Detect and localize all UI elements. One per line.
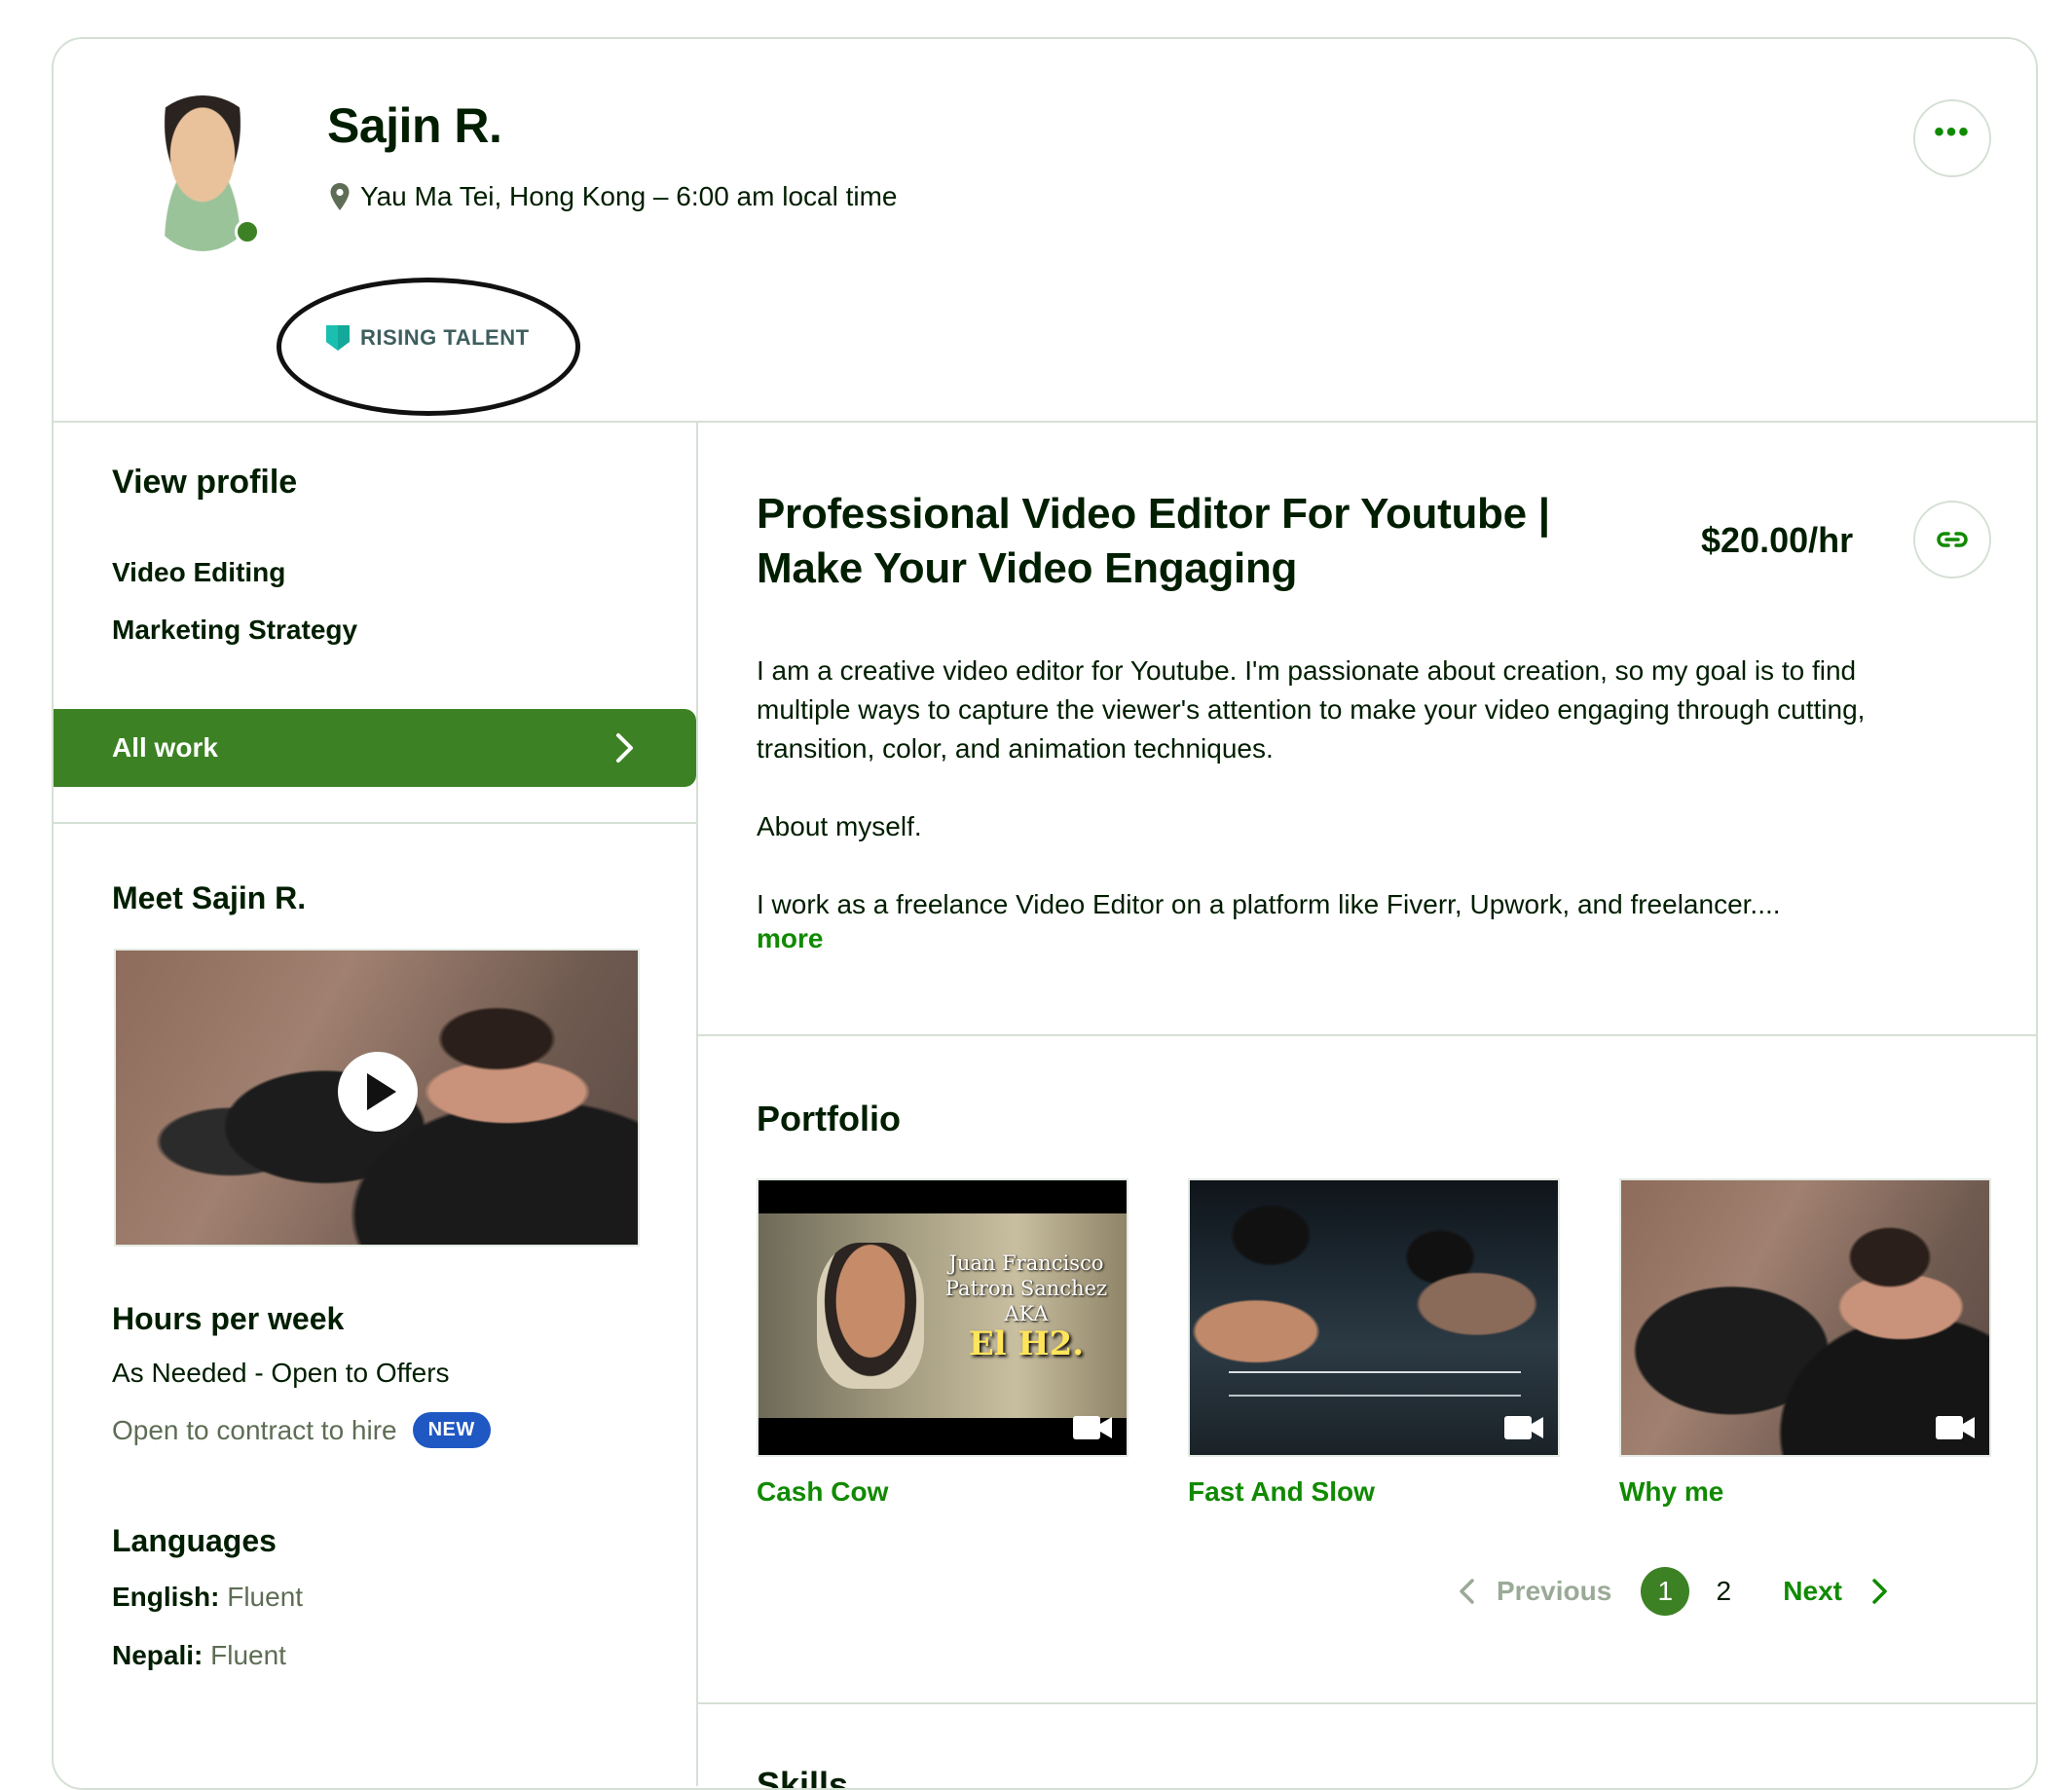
skills-heading: Skills bbox=[757, 1765, 849, 1790]
language-name: English: bbox=[112, 1582, 220, 1612]
hours-per-week-value: As Needed - Open to Offers bbox=[112, 1358, 450, 1388]
portfolio-thumbnail[interactable] bbox=[1619, 1178, 1991, 1457]
divider bbox=[698, 1702, 2036, 1704]
portfolio-heading: Portfolio bbox=[757, 1099, 901, 1138]
portfolio-item[interactable]: Fast And Slow bbox=[1188, 1178, 1560, 1508]
main-content: Professional Video Editor For Youtube | … bbox=[698, 423, 2036, 1788]
sidebar-item-marketing-strategy[interactable]: Marketing Strategy bbox=[112, 615, 357, 646]
more-options-button[interactable]: ••• bbox=[1913, 99, 1991, 177]
portfolio-pagination: Previous 1 2 Next bbox=[1458, 1566, 1889, 1617]
sidebar: View profile Video Editing Marketing Str… bbox=[54, 423, 698, 1786]
portfolio-item[interactable]: Juan Francisco Patron Sanchez AKA El H2.… bbox=[757, 1178, 1128, 1508]
location-pin-icon bbox=[330, 183, 350, 210]
sidebar-item-label: All work bbox=[112, 732, 218, 763]
sidebar-item-all-work[interactable]: All work bbox=[54, 709, 696, 787]
shield-icon bbox=[326, 325, 350, 351]
chevron-right-icon bbox=[616, 733, 633, 763]
location-row: Yau Ma Tei, Hong Kong – 6:00 am local ti… bbox=[329, 181, 898, 212]
portfolio-item-title[interactable]: Fast And Slow bbox=[1188, 1476, 1560, 1508]
hours-per-week-heading: Hours per week bbox=[112, 1301, 345, 1336]
play-button[interactable] bbox=[338, 1052, 418, 1132]
description-paragraph: I work as a freelance Video Editor on a … bbox=[757, 889, 1781, 919]
portfolio-thumbnail[interactable]: Juan Francisco Patron Sanchez AKA El H2. bbox=[757, 1178, 1128, 1457]
profile-header: Sajin R. Yau Ma Tei, Hong Kong – 6:00 am… bbox=[54, 39, 2036, 423]
thumbnail-ring-ropes bbox=[1229, 1371, 1521, 1373]
portfolio-item[interactable]: Why me bbox=[1619, 1178, 1991, 1508]
view-profile-heading: View profile bbox=[112, 464, 298, 501]
profile-card: Sajin R. Yau Ma Tei, Hong Kong – 6:00 am… bbox=[52, 37, 2038, 1790]
contract-to-hire-row: Open to contract to hire NEW bbox=[112, 1412, 491, 1448]
next-page-button[interactable]: Next bbox=[1783, 1576, 1889, 1607]
online-status-indicator bbox=[235, 219, 260, 244]
link-icon bbox=[1937, 532, 1968, 547]
more-options-icon: ••• bbox=[1934, 116, 1971, 148]
divider bbox=[54, 822, 696, 824]
page-2-button[interactable]: 2 bbox=[1699, 1567, 1748, 1616]
more-link[interactable]: more bbox=[757, 923, 823, 954]
language-row: Nepali: Fluent bbox=[112, 1640, 286, 1671]
hourly-rate: $20.00/hr bbox=[1701, 520, 1854, 560]
copy-link-button[interactable] bbox=[1913, 501, 1991, 578]
chevron-right-icon bbox=[1872, 1579, 1887, 1604]
divider bbox=[698, 1034, 2036, 1036]
video-camera-icon bbox=[1936, 1416, 1975, 1439]
page-1-button[interactable]: 1 bbox=[1641, 1567, 1690, 1616]
next-label: Next bbox=[1783, 1576, 1842, 1606]
intro-video[interactable] bbox=[114, 949, 640, 1247]
thumbnail-caption: Juan Francisco Patron Sanchez AKA bbox=[944, 1251, 1108, 1325]
description-paragraph: About myself. bbox=[757, 811, 922, 841]
profile-title: Professional Video Editor For Youtube | … bbox=[757, 490, 1550, 592]
thumbnail-caption-highlight: El H2. bbox=[968, 1324, 1085, 1363]
thumbnail-image: Juan Francisco Patron Sanchez AKA El H2. bbox=[758, 1213, 1127, 1418]
portfolio-item-title[interactable]: Cash Cow bbox=[757, 1476, 1128, 1508]
thumbnail-face bbox=[817, 1243, 924, 1389]
freelancer-name: Sajin R. bbox=[327, 98, 502, 153]
profile-description: I am a creative video editor for Youtube… bbox=[757, 652, 1925, 963]
previous-label: Previous bbox=[1497, 1576, 1612, 1606]
previous-page-button[interactable]: Previous bbox=[1458, 1576, 1611, 1607]
sidebar-item-video-editing[interactable]: Video Editing bbox=[112, 557, 285, 588]
video-camera-icon bbox=[1504, 1416, 1543, 1439]
rising-talent-badge[interactable]: RISING TALENT bbox=[325, 324, 530, 352]
play-icon bbox=[367, 1073, 396, 1110]
contract-to-hire-text: Open to contract to hire bbox=[112, 1414, 397, 1445]
rising-talent-badge-annotation: RISING TALENT bbox=[277, 278, 580, 416]
description-paragraph: I am a creative video editor for Youtube… bbox=[757, 655, 1866, 764]
language-level: Fluent bbox=[210, 1640, 286, 1670]
chevron-left-icon bbox=[1460, 1579, 1474, 1604]
meet-heading: Meet Sajin R. bbox=[112, 880, 307, 915]
language-level: Fluent bbox=[227, 1582, 304, 1612]
video-camera-icon bbox=[1073, 1416, 1112, 1439]
new-badge: NEW bbox=[412, 1412, 491, 1448]
language-name: Nepali: bbox=[112, 1640, 204, 1670]
language-row: English: Fluent bbox=[112, 1582, 303, 1613]
languages-heading: Languages bbox=[112, 1523, 277, 1558]
location-text: Yau Ma Tei, Hong Kong – 6:00 am local ti… bbox=[360, 181, 898, 211]
portfolio-thumbnail[interactable] bbox=[1188, 1178, 1560, 1457]
rising-talent-label: RISING TALENT bbox=[360, 325, 530, 350]
portfolio-item-title[interactable]: Why me bbox=[1619, 1476, 1991, 1508]
